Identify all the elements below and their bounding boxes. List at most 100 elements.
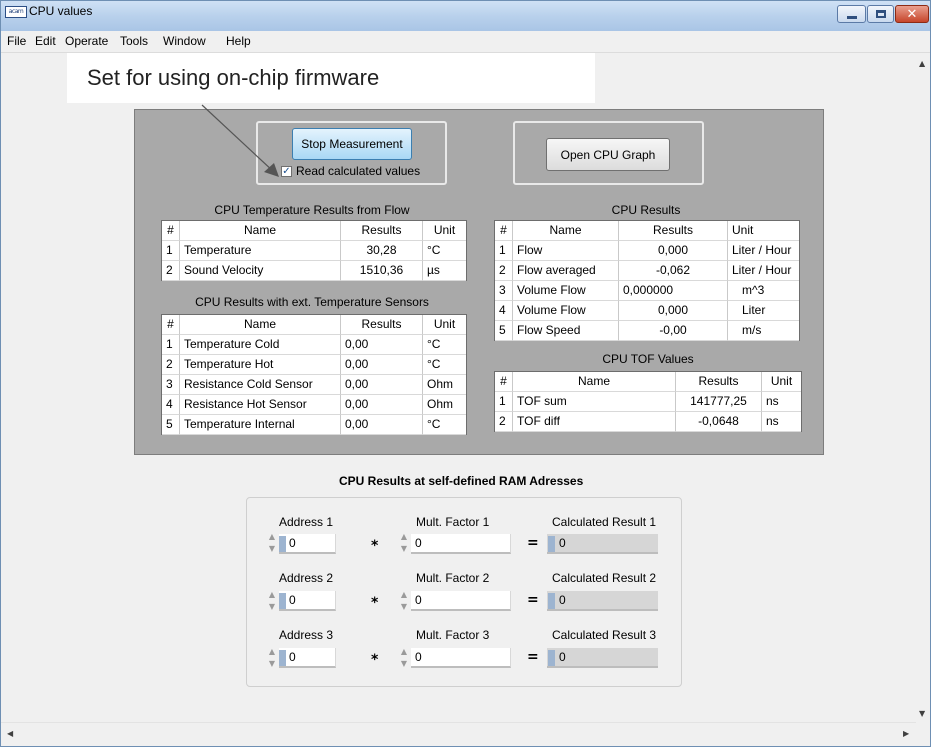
- radix-indicator[interactable]: [279, 650, 286, 666]
- row-unit: °C: [423, 355, 466, 375]
- spin-down-icon[interactable]: ▼: [266, 658, 278, 670]
- tof-values-title: CPU TOF Values: [602, 352, 694, 366]
- mult-factor-value: 0: [415, 593, 422, 607]
- spin-up-icon[interactable]: ▲: [266, 589, 278, 601]
- table-header: # Name Results Unit: [495, 372, 801, 392]
- table-header: # Name Results Unit: [162, 221, 466, 241]
- row-index: 4: [162, 395, 180, 415]
- row-result: 0,000: [619, 241, 728, 261]
- maximize-button[interactable]: [867, 5, 894, 23]
- maximize-icon: [875, 10, 886, 18]
- spin-up-icon[interactable]: ▲: [398, 589, 410, 601]
- menu-tools[interactable]: Tools: [120, 34, 148, 48]
- table-header: # Name Results Unit: [495, 221, 799, 241]
- app-window: acam CPU values ✕ File Edit Operate Tool…: [0, 0, 931, 747]
- scroll-left-icon[interactable]: ◀: [7, 729, 13, 738]
- row-unit: Liter: [728, 301, 799, 321]
- row-name: TOF sum: [513, 392, 676, 412]
- col-header: Results: [341, 221, 423, 241]
- title-bar[interactable]: acam CPU values ✕: [1, 1, 930, 31]
- row-index: 2: [162, 355, 180, 375]
- spin-up-icon[interactable]: ▲: [398, 531, 410, 543]
- col-header: Name: [513, 221, 619, 241]
- scroll-right-icon[interactable]: ▶: [903, 729, 909, 738]
- cpu-results-title: CPU Results: [611, 203, 681, 217]
- spin-down-icon[interactable]: ▼: [266, 601, 278, 613]
- spin-up-icon[interactable]: ▲: [266, 531, 278, 543]
- mult-factor-input[interactable]: 0: [411, 591, 511, 611]
- vertical-scrollbar[interactable]: ▲ ▼: [916, 53, 930, 722]
- address-stepper[interactable]: ▲ ▼: [266, 646, 278, 670]
- menu-edit[interactable]: Edit: [35, 34, 56, 48]
- radix-indicator: [548, 536, 555, 552]
- col-header: Unit: [762, 372, 801, 392]
- scroll-down-icon[interactable]: ▼: [919, 709, 925, 718]
- close-button[interactable]: ✕: [895, 5, 929, 23]
- spin-down-icon[interactable]: ▼: [398, 601, 410, 613]
- row-result: 0,000: [619, 301, 728, 321]
- horizontal-scrollbar[interactable]: ◀ ▶: [1, 722, 916, 746]
- menu-help[interactable]: Help: [226, 34, 251, 48]
- address-value: 0: [289, 536, 296, 550]
- menu-operate[interactable]: Operate: [65, 34, 108, 48]
- radix-indicator: [548, 593, 555, 609]
- scroll-up-icon[interactable]: ▲: [919, 59, 925, 68]
- address-stepper[interactable]: ▲ ▼: [266, 589, 278, 613]
- calculated-result-label: Calculated Result 2: [552, 571, 657, 585]
- mult-factor-value: 0: [415, 536, 422, 550]
- stop-measurement-button[interactable]: Stop Measurement: [292, 128, 412, 160]
- cpu-results-table: # Name Results Unit 1 Flow 0,000 Liter /…: [494, 220, 800, 341]
- mult-factor-input[interactable]: 0: [411, 648, 511, 668]
- row-index: 1: [495, 241, 513, 261]
- row-result: 0,00: [341, 395, 423, 415]
- menu-bar: File Edit Operate Tools Window Help: [1, 31, 930, 53]
- col-header: Unit: [423, 315, 466, 335]
- address-input[interactable]: 0: [279, 534, 336, 554]
- row-result: -0,0648: [676, 412, 762, 432]
- address-input[interactable]: 0: [279, 648, 336, 668]
- spin-down-icon[interactable]: ▼: [398, 543, 410, 555]
- table-row: 2 Sound Velocity 1510,36 µs: [162, 261, 466, 281]
- menu-file[interactable]: File: [7, 34, 26, 48]
- col-header: Name: [180, 315, 341, 335]
- open-cpu-graph-button[interactable]: Open CPU Graph: [546, 138, 670, 171]
- row-index: 2: [495, 412, 513, 432]
- mult-factor-input[interactable]: 0: [411, 534, 511, 554]
- ext-sensors-table: # Name Results Unit 1 Temperature Cold 0…: [161, 314, 467, 435]
- calculated-result-display: 0: [547, 591, 658, 611]
- calculated-result-value: 0: [559, 650, 566, 664]
- read-calculated-checkbox[interactable]: ✓: [281, 166, 292, 177]
- spin-up-icon[interactable]: ▲: [398, 646, 410, 658]
- factor-stepper[interactable]: ▲ ▼: [398, 589, 410, 613]
- equals-symbol: =: [527, 592, 539, 608]
- window-title: CPU values: [29, 4, 93, 18]
- spin-down-icon[interactable]: ▼: [398, 658, 410, 670]
- read-calculated-label: Read calculated values: [296, 164, 421, 178]
- address-stepper[interactable]: ▲ ▼: [266, 531, 278, 555]
- equals-symbol: =: [527, 649, 539, 665]
- row-unit: µs: [423, 261, 466, 281]
- address-label: Address 3: [279, 628, 334, 642]
- close-icon: ✕: [906, 6, 918, 22]
- row-name: Temperature Hot: [180, 355, 341, 375]
- row-unit: °C: [423, 241, 466, 261]
- row-unit: Ohm: [423, 395, 466, 415]
- row-index: 1: [162, 241, 180, 261]
- factor-stepper[interactable]: ▲ ▼: [398, 646, 410, 670]
- menu-window[interactable]: Window: [163, 34, 206, 48]
- row-result: 0,00: [341, 355, 423, 375]
- factor-stepper[interactable]: ▲ ▼: [398, 531, 410, 555]
- row-name: Temperature Internal: [180, 415, 341, 435]
- minimize-button[interactable]: [837, 5, 866, 23]
- ram-results-title: CPU Results at self-defined RAM Adresses: [339, 474, 584, 488]
- radix-indicator[interactable]: [279, 593, 286, 609]
- spin-down-icon[interactable]: ▼: [266, 543, 278, 555]
- table-row: 5 Temperature Internal 0,00 °C: [162, 415, 466, 435]
- app-icon[interactable]: acam: [5, 6, 27, 18]
- radix-indicator[interactable]: [279, 536, 286, 552]
- spin-up-icon[interactable]: ▲: [266, 646, 278, 658]
- row-result: 141777,25: [676, 392, 762, 412]
- address-input[interactable]: 0: [279, 591, 336, 611]
- radix-indicator: [548, 650, 555, 666]
- tof-values-table: # Name Results Unit 1 TOF sum 141777,25 …: [494, 371, 802, 432]
